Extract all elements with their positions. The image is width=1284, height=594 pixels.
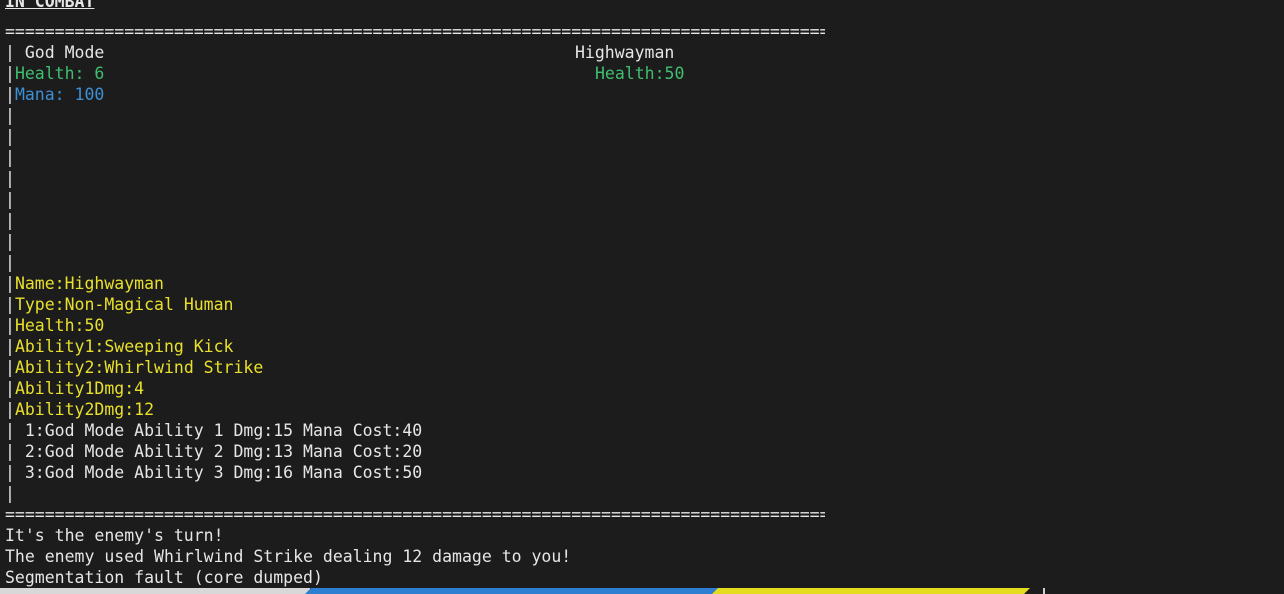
- bottom-divider: ========================================…: [5, 505, 825, 524]
- status-segment-git: [712, 588, 1030, 594]
- left-border: |: [5, 274, 15, 293]
- left-border: |: [5, 64, 15, 83]
- empty-border-line: |: [5, 169, 15, 188]
- player-name: God Mode: [24, 43, 105, 62]
- left-border: |: [5, 358, 15, 377]
- player-ability-1: 1:God Mode Ability 1 Dmg:15 Mana Cost:40: [24, 421, 423, 440]
- player-ability-3: 3:God Mode Ability 3 Dmg:16 Mana Cost:50: [24, 463, 423, 482]
- shell-status-bar: [0, 588, 1284, 594]
- enemy-info-line: |Health:50: [5, 315, 1275, 336]
- empty-border-line: |: [5, 148, 15, 167]
- enemy-info-line: |Type:Non-Magical Human: [5, 294, 1275, 315]
- enemy-info-type: Type:Non-Magical Human: [14, 295, 234, 314]
- names-line: | God Mode Highwayman: [5, 42, 1275, 63]
- left-border: |: [5, 43, 15, 62]
- left-border: |: [5, 421, 15, 440]
- left-border: |: [5, 463, 15, 482]
- player-health: Health: 6: [14, 64, 105, 83]
- enemy-name: Highwayman: [575, 43, 675, 62]
- enemy-info-line: |Ability2Dmg:12: [5, 399, 1275, 420]
- player-mana: Mana: 100: [14, 85, 105, 104]
- empty-border-line: |: [5, 127, 15, 146]
- message-line: Segmentation fault (core dumped): [5, 568, 323, 587]
- status-segment-path: [305, 588, 720, 594]
- enemy-info-line: |Ability2:Whirlwind Strike: [5, 357, 1275, 378]
- enemy-info-health: Health:50: [14, 316, 105, 335]
- health-line: |Health: 6 Health:50: [5, 63, 1275, 84]
- empty-border-line: |: [5, 253, 15, 272]
- mana-line: |Mana: 100: [5, 84, 1275, 105]
- left-border: |: [5, 295, 15, 314]
- enemy-info-ability1-dmg: Ability1Dmg:4: [14, 379, 145, 398]
- enemy-info-ability2: Ability2:Whirlwind Strike: [14, 358, 264, 377]
- enemy-info-line: |Ability1Dmg:4: [5, 378, 1275, 399]
- player-ability-2: 2:God Mode Ability 2 Dmg:13 Mana Cost:20: [24, 442, 423, 461]
- status-segment-user: [0, 588, 310, 594]
- empty-border-line: |: [5, 484, 15, 503]
- top-divider: ========================================…: [5, 22, 825, 41]
- left-border: |: [5, 442, 15, 461]
- player-ability-line: | 1:God Mode Ability 1 Dmg:15 Mana Cost:…: [5, 420, 1275, 441]
- enemy-health: Health:50: [595, 64, 685, 83]
- left-border: |: [5, 337, 15, 356]
- empty-border-line: |: [5, 190, 15, 209]
- enemy-info-ability2-dmg: Ability2Dmg:12: [14, 400, 155, 419]
- combat-title: IN COMBAT: [5, 0, 95, 11]
- left-border: |: [5, 400, 15, 419]
- empty-border-line: |: [5, 232, 15, 251]
- left-border: |: [5, 379, 15, 398]
- message-line: It's the enemy's turn!: [5, 526, 224, 545]
- enemy-info-ability1: Ability1:Sweeping Kick: [14, 337, 234, 356]
- header-line: IN COMBAT: [5, 0, 1275, 21]
- left-border: |: [5, 316, 15, 335]
- enemy-info-line: |Ability1:Sweeping Kick: [5, 336, 1275, 357]
- left-border: |: [5, 85, 15, 104]
- enemy-info-line: |Name:Highwayman: [5, 273, 1275, 294]
- empty-border-line: |: [5, 211, 15, 230]
- message-line: The enemy used Whirlwind Strike dealing …: [5, 547, 572, 566]
- player-ability-line: | 3:God Mode Ability 3 Dmg:16 Mana Cost:…: [5, 462, 1275, 483]
- player-ability-line: | 2:God Mode Ability 2 Dmg:13 Mana Cost:…: [5, 441, 1275, 462]
- terminal-output: IN COMBAT ==============================…: [5, 0, 1275, 588]
- enemy-info-name: Name:Highwayman: [14, 274, 164, 293]
- prompt-cursor[interactable]: [1043, 588, 1045, 594]
- empty-border-line: |: [5, 106, 15, 125]
